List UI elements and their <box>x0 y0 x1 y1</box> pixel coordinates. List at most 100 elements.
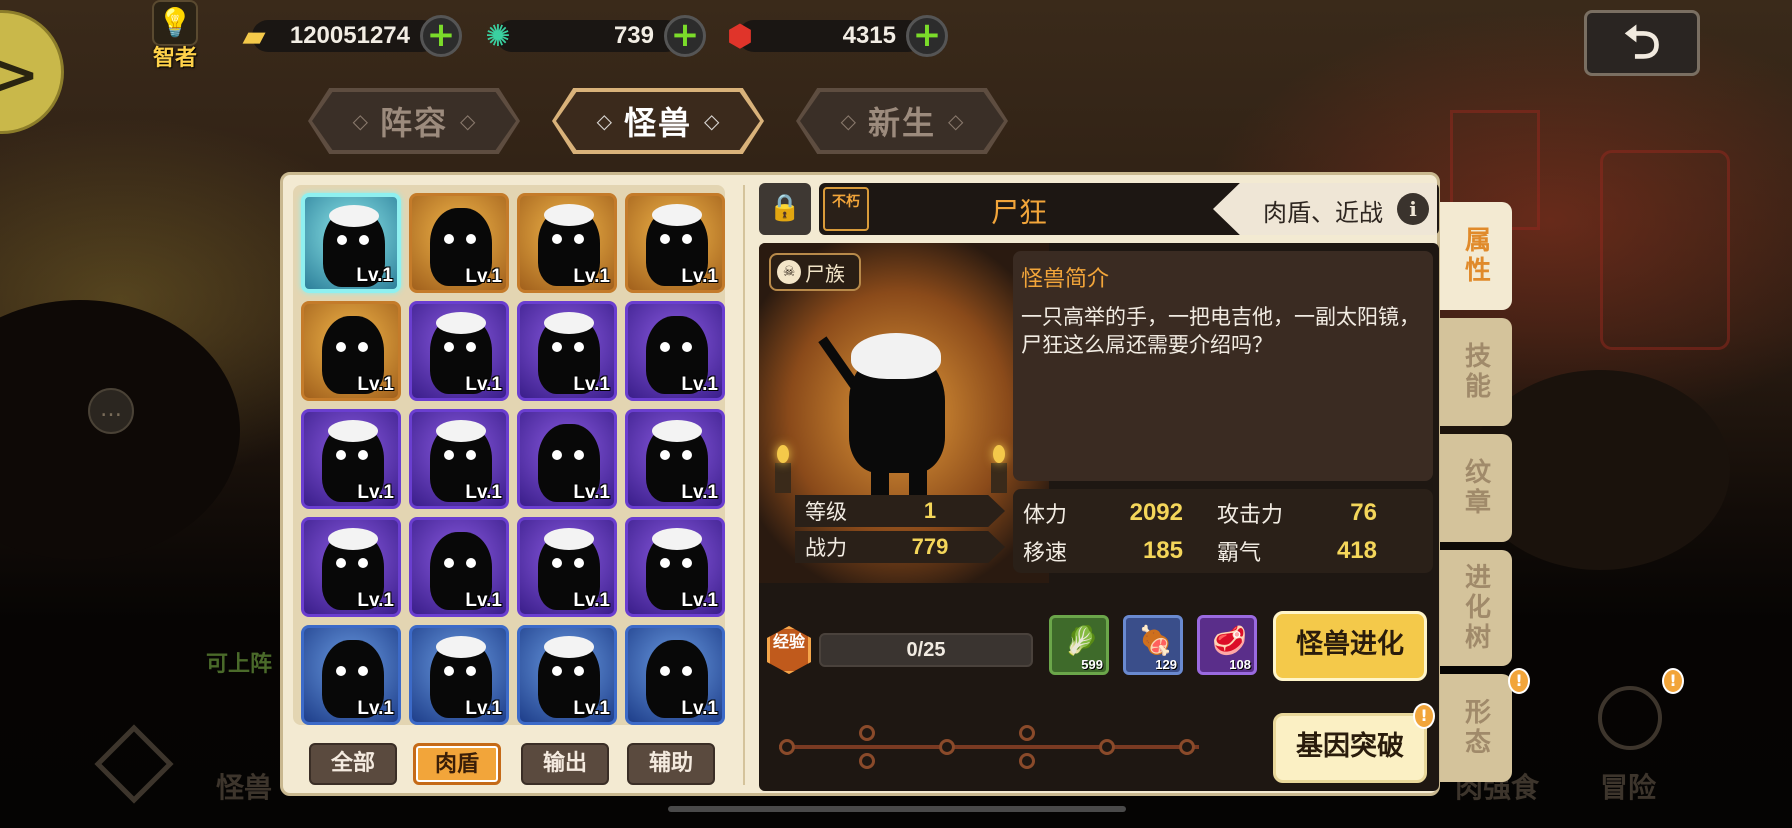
alert-icon: ! <box>1413 703 1435 729</box>
candle-icon <box>775 445 791 493</box>
panel-divider <box>743 185 745 785</box>
monster-card[interactable]: Lv.1 <box>409 193 509 293</box>
red-gem-counter: ⬢ 4315 + <box>718 12 948 60</box>
food-count: 108 <box>1229 657 1251 672</box>
monster-intro: 怪兽简介 一只高举的手，一把电吉他，一副太阳镜，尸狂这么屌还需要介绍吗？ <box>1013 251 1433 481</box>
monster-card[interactable]: Lv.1 <box>625 409 725 509</box>
tab-deco-icon: ◇ <box>460 109 476 133</box>
monster-level: Lv.1 <box>681 266 718 287</box>
skull-icon: ☠ <box>777 260 801 284</box>
monster-hair <box>851 333 941 379</box>
tab-deco-icon: ◇ <box>840 109 856 133</box>
tab-forms[interactable]: 形态 <box>1440 674 1512 782</box>
shuriken-icon <box>94 724 174 804</box>
experience-bar: 0/25 <box>819 633 1033 667</box>
monster-level: Lv.1 <box>465 374 502 395</box>
monster-level: Lv.1 <box>573 482 610 503</box>
red-gem-value: 4315 <box>842 22 896 49</box>
alert-icon: ! <box>1662 668 1684 694</box>
lock-icon: 🔒 <box>768 193 802 223</box>
power-value: 779 <box>911 534 949 559</box>
monster-type: 肉盾、近战 <box>1263 199 1383 227</box>
monster-level: Lv.1 <box>573 698 610 719</box>
monster-card[interactable]: Lv.1 <box>301 517 401 617</box>
level-label: 等级 <box>805 500 847 524</box>
red-gem-icon: ⬢ <box>726 18 754 54</box>
level-row: 等级 1 <box>795 493 1005 529</box>
rank-label: 智者 <box>152 46 197 71</box>
monster-level: Lv.1 <box>681 374 718 395</box>
filter-support-button[interactable]: 辅助 <box>627 743 715 785</box>
rank-badge[interactable]: 💡 智者 <box>140 0 210 72</box>
monster-card[interactable]: Lv.1 <box>301 193 401 293</box>
tab-monster-label: 怪兽 <box>623 104 692 142</box>
monster-card[interactable]: Lv.1 <box>625 517 725 617</box>
monster-level: Lv.1 <box>681 590 718 611</box>
candle-icon <box>991 445 1007 493</box>
tab-skills[interactable]: 技能 <box>1440 318 1512 426</box>
food-item-steak[interactable]: 🥩 108 <box>1197 615 1257 675</box>
tab-rebirth[interactable]: ◇ 新生 ◇ <box>796 88 1008 154</box>
monster-card[interactable]: Lv.1 <box>301 409 401 509</box>
add-red-gem-button[interactable]: + <box>906 15 948 57</box>
monster-stage: ☠ 尸族 怪兽简介 一只高举的手，一把电吉他，一副太阳镜，尸狂这么屌还需要介绍吗… <box>759 243 1439 791</box>
monster-card[interactable]: Lv.1 <box>517 409 617 509</box>
background-label-monster: 怪兽 <box>216 771 273 804</box>
tab-evolution-tree[interactable]: 进化树 <box>1440 550 1512 666</box>
background-label-adventure: 冒险 <box>1600 771 1657 804</box>
info-icon[interactable]: i <box>1397 193 1429 225</box>
monster-card[interactable]: Lv.1 <box>625 625 725 725</box>
monster-level: Lv.1 <box>465 482 502 503</box>
filter-all-button[interactable]: 全部 <box>309 743 397 785</box>
chat-icon[interactable]: … <box>88 388 134 434</box>
back-button[interactable]: ⮌ <box>1584 10 1700 76</box>
monster-type-badge: 肉盾、近战 i <box>1213 183 1437 235</box>
monster-card[interactable]: Lv.1 <box>409 301 509 401</box>
evolve-button[interactable]: 怪兽进化 <box>1273 611 1427 681</box>
monster-portrait <box>818 313 969 513</box>
intro-description: 一只高举的手，一把电吉他，一副太阳镜，尸狂这么屌还需要介绍吗？ <box>1021 305 1420 357</box>
monster-card[interactable]: Lv.1 <box>517 517 617 617</box>
tab-monster[interactable]: ◇ 怪兽 ◇ <box>552 88 764 154</box>
monster-card[interactable]: Lv.1 <box>409 625 509 725</box>
monster-level: Lv.1 <box>681 698 718 719</box>
monster-level: Lv.1 <box>573 266 610 287</box>
home-indicator <box>668 806 1126 812</box>
monster-level: Lv.1 <box>356 265 393 286</box>
filter-damage-button[interactable]: 输出 <box>521 743 609 785</box>
monster-card[interactable]: Lv.1 <box>409 517 509 617</box>
monster-level: Lv.1 <box>357 698 394 719</box>
tab-lineup[interactable]: ◇ 阵容 ◇ <box>308 88 520 154</box>
gene-breakthrough-button[interactable]: 基因突破 <box>1273 713 1427 783</box>
add-gold-button[interactable]: + <box>420 15 462 57</box>
monster-card[interactable]: Lv.1 <box>409 409 509 509</box>
monster-card[interactable]: Lv.1 <box>517 625 617 725</box>
monster-card[interactable]: Lv.1 <box>625 193 725 293</box>
add-green-gem-button[interactable]: + <box>664 15 706 57</box>
vegetable-icon: 🥬 <box>1064 624 1099 657</box>
compass-icon <box>1598 686 1662 750</box>
alert-icon: ! <box>1508 668 1530 694</box>
tab-attributes[interactable]: 属性 <box>1440 202 1512 310</box>
green-gem-counter: ✺ 739 + <box>476 12 706 60</box>
attribute-stats: 体力 2092 攻击力 76 移速 185 霸气 418 <box>1013 489 1433 573</box>
lock-button[interactable]: 🔒 <box>759 183 811 235</box>
filter-tank-button[interactable]: 肉盾 <box>413 743 501 785</box>
food-item-vegetable[interactable]: 🥬 599 <box>1049 615 1109 675</box>
speed-label: 移速 <box>1023 541 1068 566</box>
monster-card[interactable]: Lv.1 <box>301 625 401 725</box>
chevron-right-icon: > <box>0 43 39 106</box>
tab-emblems[interactable]: 纹章 <box>1440 434 1512 542</box>
dominance-stat: 霸气 418 <box>1207 533 1377 569</box>
experience: 经验 0/25 <box>767 625 1037 675</box>
monster-card[interactable]: Lv.1 <box>625 301 725 401</box>
monster-card[interactable]: Lv.1 <box>517 301 617 401</box>
food-item-meat[interactable]: 🍖 129 <box>1123 615 1183 675</box>
hp-stat: 体力 2092 <box>1013 495 1183 531</box>
monster-card[interactable]: Lv.1 <box>301 301 401 401</box>
experience-icon: 经验 <box>767 626 811 674</box>
monster-level: Lv.1 <box>357 482 394 503</box>
hp-label: 体力 <box>1023 503 1068 528</box>
monster-card[interactable]: Lv.1 <box>517 193 617 293</box>
monster-level: Lv.1 <box>573 374 610 395</box>
